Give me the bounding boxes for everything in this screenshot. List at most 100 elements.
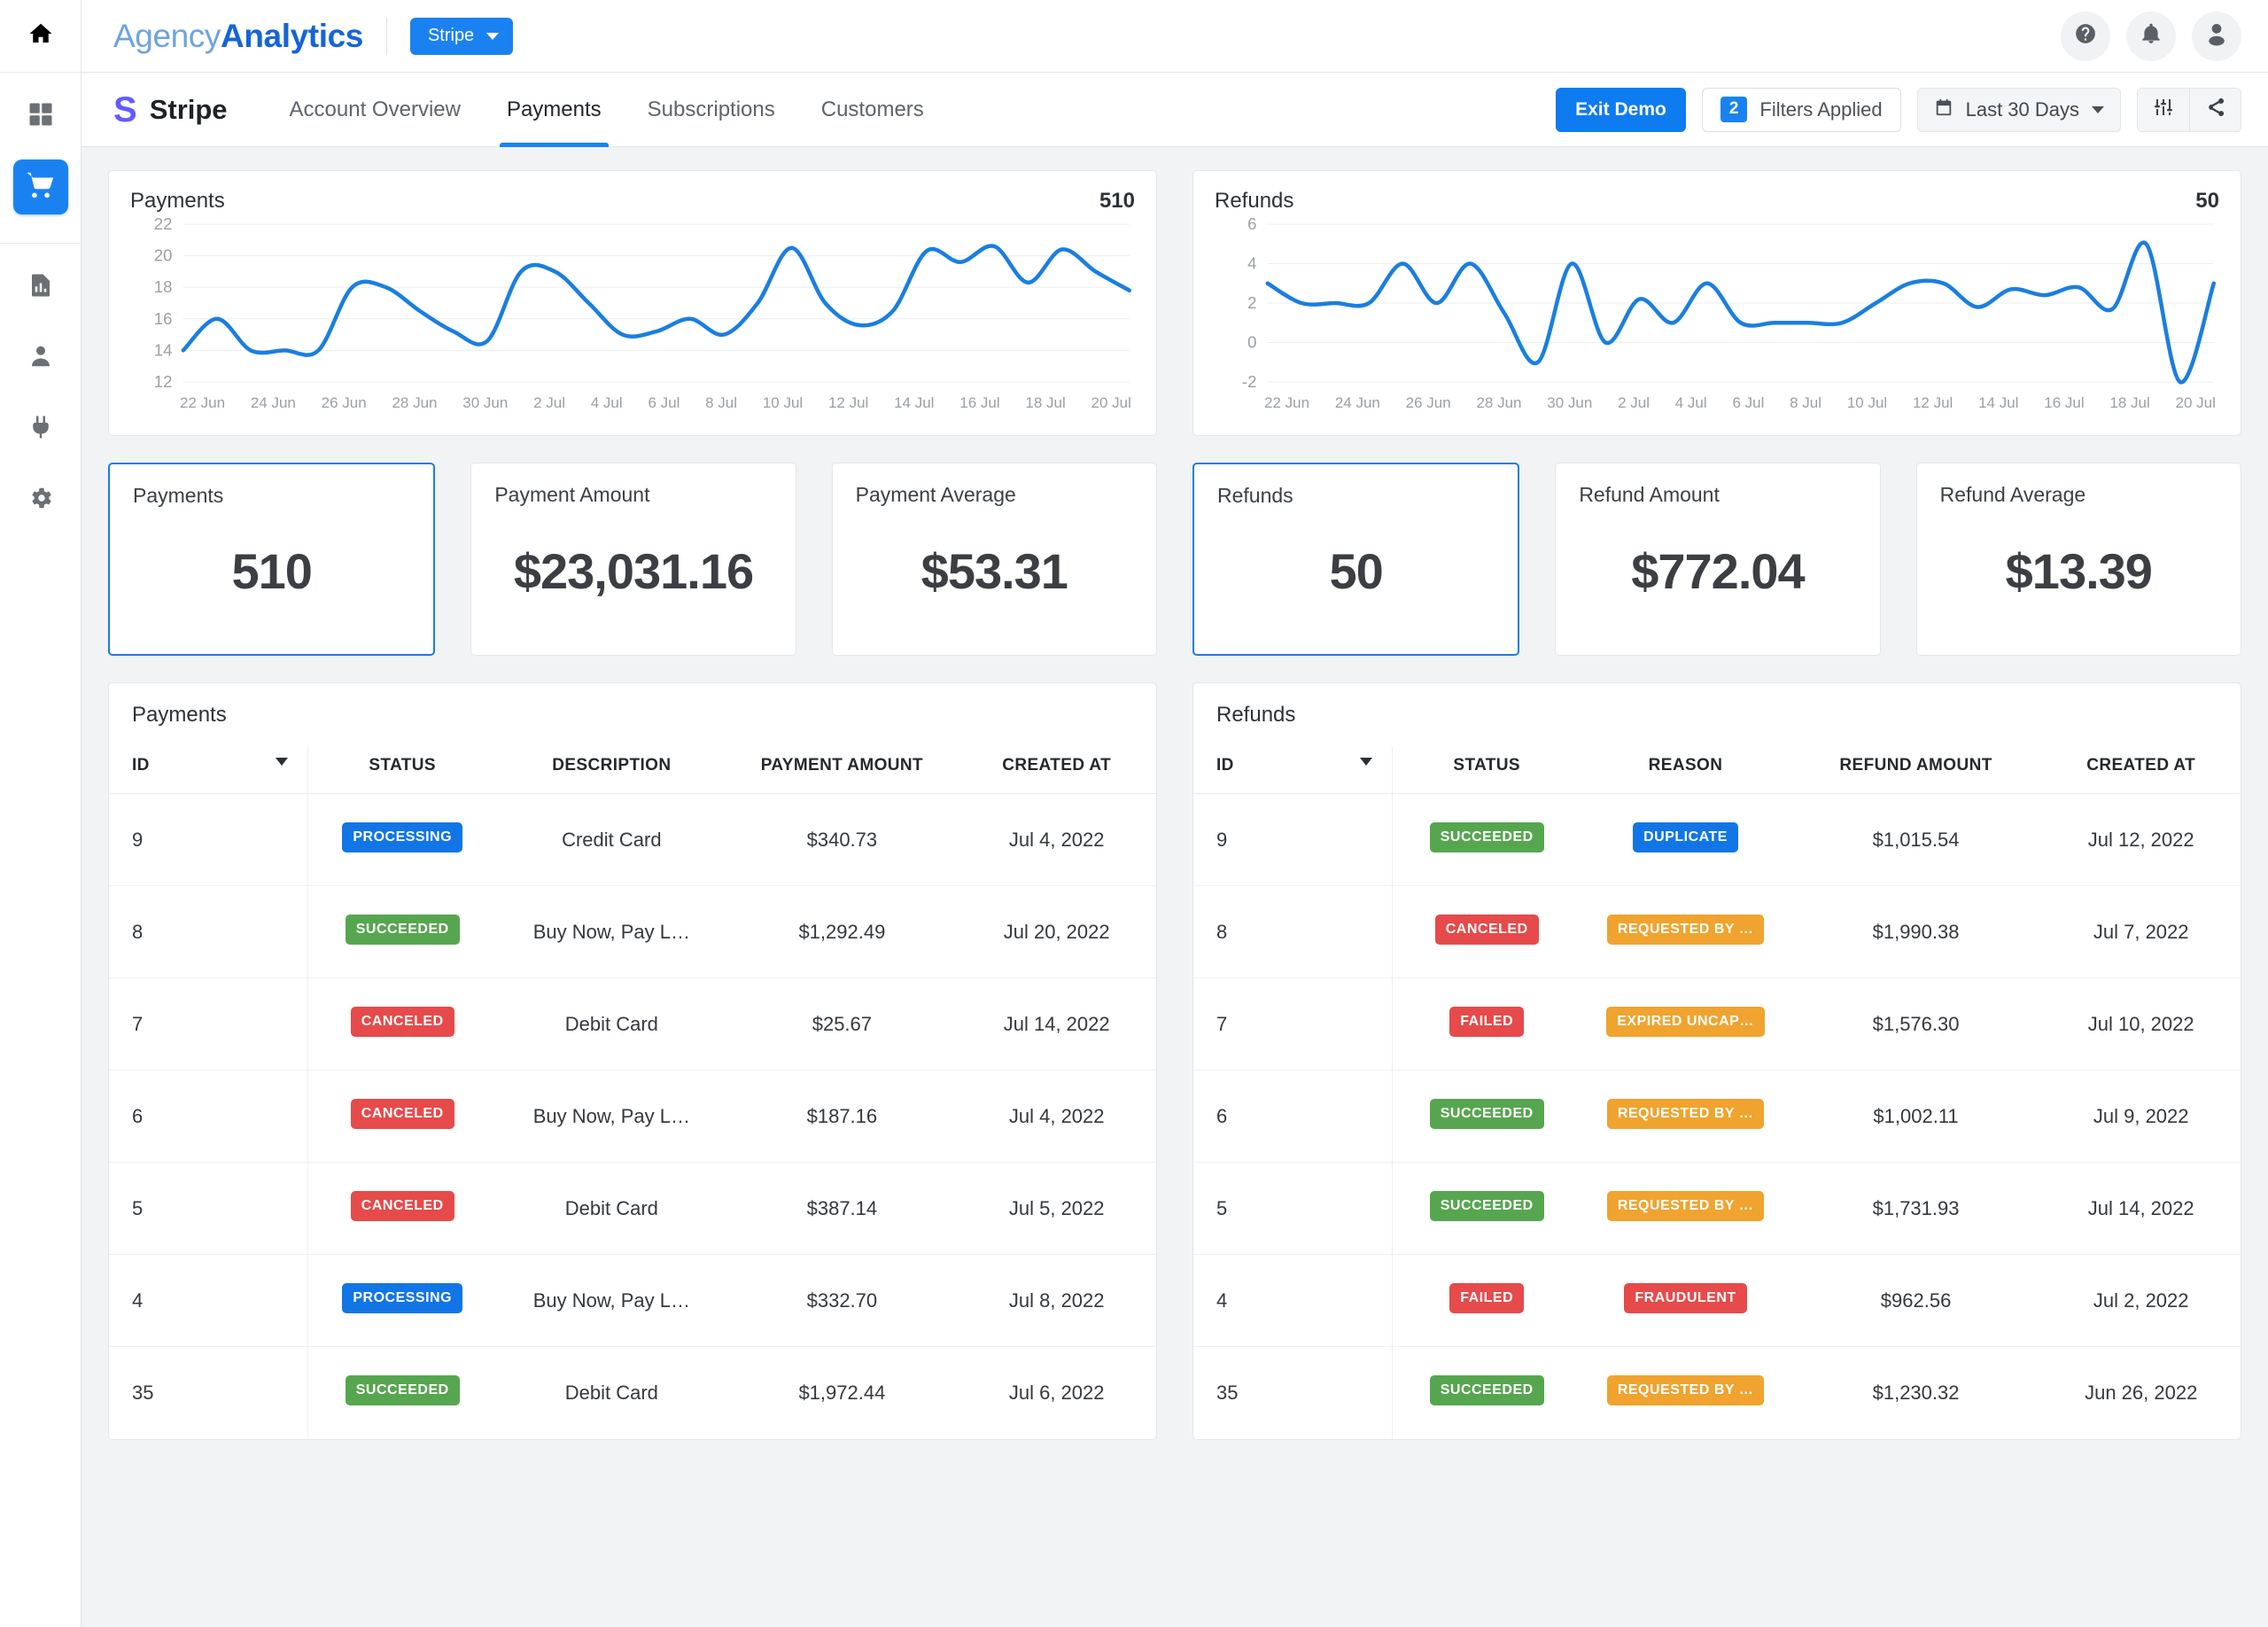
table-row[interactable]: 35 SUCCEEDED Debit Card $1,972.44 Jul 6, 202… (109, 1346, 1156, 1439)
tab-subscriptions[interactable]: Subscriptions (625, 73, 798, 147)
column-header-reason[interactable]: REASON (1581, 747, 1790, 794)
cell-refund-amount: $1,576.30 (1790, 977, 2042, 1070)
x-axis-tick: 28 Jun (1476, 394, 1522, 411)
table-row[interactable]: 5 CANCELED Debit Card $387.14 Jul 5, 2022 (109, 1162, 1156, 1255)
cell-id: 9 (109, 793, 309, 886)
table-row[interactable]: 4 FAILED FRAUDULENT $962.56 Jul 2, 2022 (1193, 1254, 2241, 1347)
table-row[interactable]: 6 SUCCEEDED REQUESTED BY … $1,002.11 Jul 9, … (1193, 1070, 2241, 1163)
cell-description: Debit Card (496, 1162, 727, 1255)
sidebar-item-integrations[interactable] (13, 401, 68, 456)
column-header-payment-amount[interactable]: PAYMENT AMOUNT (726, 747, 958, 794)
kpi-value: 510 (231, 543, 312, 599)
share-button[interactable] (2189, 88, 2241, 131)
status-badge: REQUESTED BY … (1606, 914, 1765, 945)
table-header-row: ID STATUS REASON REFUND AMOUNT CREATED A… (1193, 747, 2241, 794)
x-axis-tick: 18 Jul (2109, 394, 2150, 411)
table-header-row: ID STATUS DESCRIPTION PAYMENT AMOUNT CRE… (109, 747, 1156, 794)
kpi-label: Refunds (1216, 484, 1293, 507)
sidebar-item-settings[interactable] (13, 472, 68, 527)
kpi-value: $23,031.16 (513, 543, 754, 599)
column-header-created-at[interactable]: CREATED AT (2041, 747, 2241, 794)
status-badge: SUCCEEDED (1429, 1098, 1544, 1129)
kpi-card-payment-average[interactable]: Payment Average $53.31 (831, 463, 1157, 656)
table-row[interactable]: 6 CANCELED Buy Now, Pay L… $187.16 Jul 4, 20… (109, 1070, 1156, 1163)
payments-line-chart: 12 14 16 18 20 22 (154, 217, 1135, 391)
table-row[interactable]: 5 SUCCEEDED REQUESTED BY … $1,731.93 Jul 14,… (1193, 1162, 2241, 1255)
y-axis-tick: 4 (1247, 254, 1256, 273)
column-header-description[interactable]: DESCRIPTION (496, 747, 727, 794)
kpi-label: Payment Average (855, 483, 1016, 506)
x-axis-tick: 30 Jun (1547, 394, 1593, 411)
table-row[interactable]: 35 SUCCEEDED REQUESTED BY … $1,230.32 Jun 26… (1193, 1346, 2241, 1439)
table-row[interactable]: 8 CANCELED REQUESTED BY … $1,990.38 Jul 7, 2… (1193, 885, 2241, 978)
x-axis-tick: 20 Jul (1091, 394, 1131, 411)
table-row[interactable]: 7 CANCELED Debit Card $25.67 Jul 14, 2022 (109, 977, 1156, 1070)
status-badge: EXPIRED UNCAP… (1606, 1006, 1765, 1037)
kpi-card-refunds[interactable]: Refunds 50 (1192, 463, 1520, 656)
exit-demo-button[interactable]: Exit Demo (1556, 87, 1686, 132)
kpi-value: $13.39 (2005, 543, 2153, 599)
kpi-card-payment-amount[interactable]: Payment Amount $23,031.16 (470, 463, 796, 656)
kpi-label: Refund Amount (1579, 483, 1720, 506)
column-header-created-at[interactable]: CREATED AT (957, 747, 1156, 794)
sidebar-item-home[interactable] (0, 0, 82, 73)
account-switcher-button[interactable]: Stripe (409, 17, 514, 55)
column-header-refund-amount[interactable]: REFUND AMOUNT (1790, 747, 2042, 794)
help-button[interactable] (2061, 11, 2110, 61)
tab-payments[interactable]: Payments (484, 73, 625, 147)
table-row[interactable]: 9 SUCCEEDED DUPLICATE $1,015.54 Jul 12, 2022 (1193, 793, 2241, 886)
widget-settings-button[interactable] (2138, 88, 2189, 131)
app-logo[interactable]: AgencyAnalytics (113, 18, 363, 55)
column-header-id[interactable]: ID (109, 747, 309, 794)
column-header-id[interactable]: ID (1193, 747, 1394, 794)
date-range-button[interactable]: Last 30 Days (1916, 87, 2121, 132)
status-badge: SUCCEEDED (1429, 1374, 1544, 1405)
cell-created-at: Jul 6, 2022 (1008, 1381, 1105, 1404)
left-sidebar (0, 0, 82, 1627)
kpi-label: Payment Amount (494, 483, 650, 506)
column-label: ID (1216, 756, 1234, 775)
status-badge: CANCELED (350, 1190, 454, 1221)
cell-created-at: Jul 14, 2022 (2041, 1162, 2241, 1255)
main-area: AgencyAnalytics Stripe S Stripe Account … (82, 0, 2268, 1627)
chevron-down-icon (2092, 105, 2104, 113)
dashboard-content: Payments 510 12 14 16 18 20 22 22 Jun 24 Jun 26… (82, 147, 2268, 1627)
sidebar-item-dashboard[interactable] (13, 89, 68, 144)
table-row[interactable]: 8 SUCCEEDED Buy Now, Pay L… $1,292.49 Jul 20… (109, 885, 1156, 978)
cell-id: 9 (1193, 793, 1394, 886)
cell-status: SUCCEEDED (1393, 1347, 1581, 1439)
refunds-chart-total: 50 (2195, 189, 2219, 213)
table-row[interactable]: 7 FAILED EXPIRED UNCAP… $1,576.30 Jul 10, 20… (1193, 977, 2241, 1070)
integration-name: Stripe (149, 93, 228, 125)
cell-description: Debit Card (564, 1381, 658, 1404)
sidebar-item-clients[interactable] (13, 331, 68, 385)
kpi-card-refund-average[interactable]: Refund Average $13.39 (1915, 463, 2241, 656)
kpi-card-refund-amount[interactable]: Refund Amount $772.04 (1555, 463, 1881, 656)
filters-applied-button[interactable]: 2 Filters Applied (1701, 87, 1901, 132)
cell-status: PROCESSING (307, 793, 497, 886)
cell-status: SUCCEEDED (307, 885, 497, 978)
table-row[interactable]: 4 PROCESSING Buy Now, Pay L… $332.70 Jul 8, … (109, 1254, 1156, 1347)
cell-reason: EXPIRED UNCAP… (1581, 977, 1790, 1070)
cell-id: 4 (1193, 1254, 1394, 1347)
user-avatar-button[interactable] (2192, 11, 2241, 61)
tab-account-overview[interactable]: Account Overview (267, 73, 484, 147)
cell-reason: REQUESTED BY … (1581, 1162, 1790, 1255)
x-axis-tick: 14 Jul (894, 394, 935, 411)
tab-customers[interactable]: Customers (798, 73, 947, 147)
status-badge: REQUESTED BY … (1606, 1374, 1765, 1405)
sub-bar: S Stripe Account Overview Payments Subsc… (82, 73, 2268, 147)
refunds-chart-header: Refunds 50 (1215, 189, 2219, 214)
sidebar-item-reports[interactable] (13, 260, 68, 315)
cell-id: 4 (109, 1254, 309, 1347)
sidebar-item-ecommerce[interactable] (12, 160, 68, 214)
x-axis-tick: 12 Jul (1912, 394, 1953, 411)
refunds-line-chart: -2 0 2 4 6 (1242, 217, 2219, 391)
status-badge: CANCELED (350, 1006, 454, 1037)
column-header-status[interactable]: STATUS (1392, 747, 1581, 794)
notifications-button[interactable] (2126, 11, 2176, 61)
x-axis-tick: 24 Jun (250, 394, 296, 411)
table-row[interactable]: 9 PROCESSING Credit Card $340.73 Jul 4, 2022 (109, 793, 1156, 886)
kpi-card-payments[interactable]: Payments 510 (108, 463, 436, 656)
column-header-status[interactable]: STATUS (307, 747, 497, 794)
